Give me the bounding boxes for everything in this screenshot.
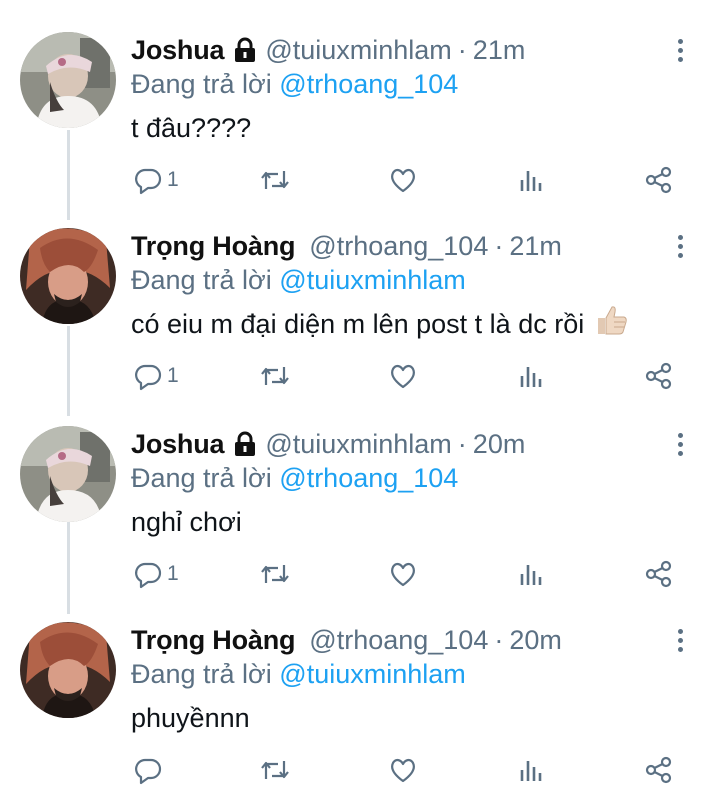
tweet-text: có eiu m đại diện m lên post t là dc rồi xyxy=(131,304,628,347)
timestamp[interactable]: 20m xyxy=(473,424,526,464)
retweet-button[interactable] xyxy=(259,554,291,594)
avatar[interactable] xyxy=(20,32,116,128)
reply-button[interactable]: 1 xyxy=(133,356,179,396)
replying-to: Đang trả lời @tuiuxminhlam xyxy=(131,654,466,694)
more-vertical-icon[interactable] xyxy=(668,624,692,656)
share-button[interactable] xyxy=(644,554,674,594)
timestamp[interactable]: 20m xyxy=(509,620,562,660)
analytics-icon xyxy=(520,367,542,387)
separator: · xyxy=(457,429,467,459)
reply-button[interactable]: 1 xyxy=(133,160,179,200)
like-button[interactable] xyxy=(388,356,418,396)
like-button[interactable] xyxy=(388,750,418,790)
share-button[interactable] xyxy=(644,356,674,396)
tweet[interactable]: Trọng Hoàng @trhoang_104 · 20m Đang trả … xyxy=(0,594,720,790)
heart-icon xyxy=(391,364,415,389)
separator: · xyxy=(457,35,467,65)
reply-count: 1 xyxy=(167,168,179,191)
replying-to: Đang trả lời @tuiuxminhlam xyxy=(131,260,466,300)
reply-prefix: Đang trả lời xyxy=(131,265,272,295)
reply-count: 1 xyxy=(167,364,179,387)
avatar[interactable] xyxy=(20,228,116,324)
heart-icon xyxy=(391,168,415,193)
reply-mention[interactable]: @tuiuxminhlam xyxy=(279,659,465,689)
more-vertical-icon[interactable] xyxy=(668,428,692,460)
tweet-text: nghỉ chơi xyxy=(131,507,242,537)
more-vertical-icon[interactable] xyxy=(668,230,692,262)
share-button[interactable] xyxy=(644,160,674,200)
tweet[interactable]: Trọng Hoàng @trhoang_104 · 21m Đang trả … xyxy=(0,200,720,396)
timestamp[interactable]: 21m xyxy=(509,226,562,266)
replying-to: Đang trả lời @trhoang_104 xyxy=(131,64,458,104)
analytics-button[interactable] xyxy=(518,160,546,200)
tweet[interactable]: Joshua @tuiuxminhlam · 21m Đang trả lời … xyxy=(0,4,720,200)
retweet-icon xyxy=(261,171,289,189)
analytics-icon xyxy=(520,171,542,191)
heart-icon xyxy=(391,562,415,587)
action-bar: 1 xyxy=(0,554,720,594)
reply-icon xyxy=(135,758,162,785)
analytics-icon xyxy=(520,761,542,781)
action-bar: 1 xyxy=(0,160,720,200)
avatar[interactable] xyxy=(20,622,116,718)
like-button[interactable] xyxy=(388,554,418,594)
tweet-text-body: có eiu m đại diện m lên post t là dc rồi xyxy=(131,309,585,339)
tweet[interactable]: Joshua @tuiuxminhlam · 20m Đang trả lời … xyxy=(0,398,720,594)
reply-button[interactable] xyxy=(133,750,167,790)
avatar[interactable] xyxy=(20,426,116,522)
separator: · xyxy=(494,231,504,261)
replying-to: Đang trả lời @trhoang_104 xyxy=(131,458,458,498)
timestamp[interactable]: 21m xyxy=(473,30,526,70)
retweet-button[interactable] xyxy=(259,160,291,200)
reply-button[interactable]: 1 xyxy=(133,554,179,594)
reply-mention[interactable]: @trhoang_104 xyxy=(279,463,458,493)
retweet-icon xyxy=(261,761,289,779)
reply-prefix: Đang trả lời xyxy=(131,659,272,689)
share-icon xyxy=(645,166,672,194)
tweet-text: phuyềnnn xyxy=(131,703,250,733)
retweet-icon xyxy=(261,565,289,583)
share-icon xyxy=(645,560,672,588)
analytics-button[interactable] xyxy=(518,356,546,396)
like-button[interactable] xyxy=(388,160,418,200)
analytics-button[interactable] xyxy=(518,554,546,594)
share-icon xyxy=(645,756,672,784)
retweet-button[interactable] xyxy=(259,356,291,396)
more-vertical-icon[interactable] xyxy=(668,34,692,66)
thumbs-up-icon xyxy=(594,304,628,347)
retweet-icon xyxy=(261,367,289,385)
action-bar xyxy=(0,750,720,790)
reply-prefix: Đang trả lời xyxy=(131,69,272,99)
reply-icon xyxy=(135,168,162,195)
separator: · xyxy=(494,625,504,655)
share-button[interactable] xyxy=(644,750,674,790)
reply-mention[interactable]: @tuiuxminhlam xyxy=(279,265,465,295)
retweet-button[interactable] xyxy=(259,750,291,790)
reply-count: 1 xyxy=(167,562,179,585)
reply-icon xyxy=(135,364,162,391)
analytics-button[interactable] xyxy=(518,750,546,790)
heart-icon xyxy=(391,758,415,783)
action-bar: 1 xyxy=(0,356,720,396)
share-icon xyxy=(645,362,672,390)
reply-mention[interactable]: @trhoang_104 xyxy=(279,69,458,99)
analytics-icon xyxy=(520,565,542,585)
lock-icon xyxy=(233,37,257,63)
reply-prefix: Đang trả lời xyxy=(131,463,272,493)
reply-icon xyxy=(135,562,162,589)
lock-icon xyxy=(233,431,257,457)
tweet-text: t đâu???? xyxy=(131,113,252,143)
